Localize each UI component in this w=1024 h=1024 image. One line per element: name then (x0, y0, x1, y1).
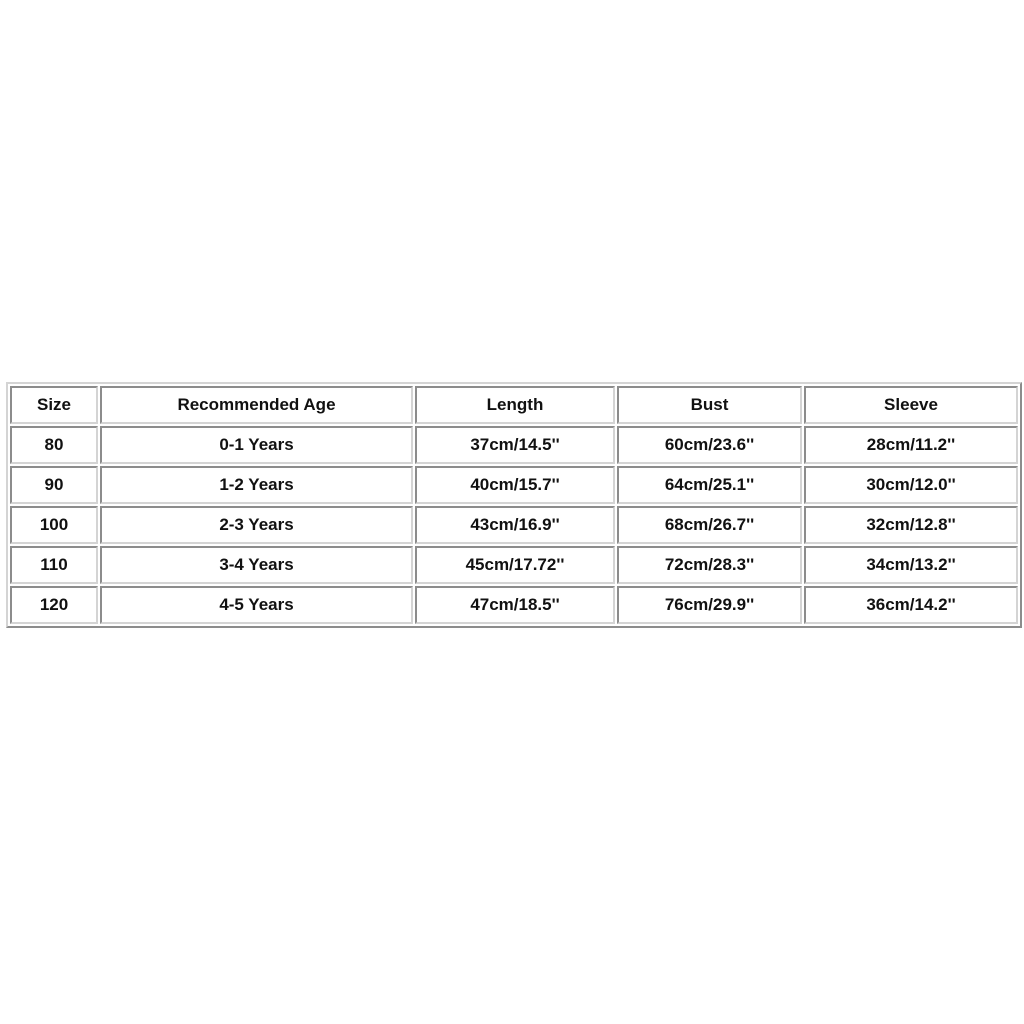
header-size: Size (10, 386, 98, 424)
cell-length: 45cm/17.72'' (415, 546, 615, 584)
cell-size: 90 (10, 466, 98, 504)
cell-size: 120 (10, 586, 98, 624)
cell-bust: 76cm/29.9'' (617, 586, 802, 624)
size-chart-table: Size Recommended Age Length Bust Sleeve … (6, 382, 1022, 628)
cell-recommended-age: 1-2 Years (100, 466, 413, 504)
table-row: 90 1-2 Years 40cm/15.7'' 64cm/25.1'' 30c… (10, 466, 1018, 504)
header-sleeve: Sleeve (804, 386, 1018, 424)
header-bust: Bust (617, 386, 802, 424)
header-length: Length (415, 386, 615, 424)
cell-sleeve: 32cm/12.8'' (804, 506, 1018, 544)
header-row: Size Recommended Age Length Bust Sleeve (10, 386, 1018, 424)
header-recommended-age: Recommended Age (100, 386, 413, 424)
cell-recommended-age: 2-3 Years (100, 506, 413, 544)
cell-bust: 72cm/28.3'' (617, 546, 802, 584)
cell-length: 43cm/16.9'' (415, 506, 615, 544)
cell-bust: 68cm/26.7'' (617, 506, 802, 544)
cell-size: 80 (10, 426, 98, 464)
cell-recommended-age: 0-1 Years (100, 426, 413, 464)
cell-sleeve: 30cm/12.0'' (804, 466, 1018, 504)
table-row: 120 4-5 Years 47cm/18.5'' 76cm/29.9'' 36… (10, 586, 1018, 624)
cell-size: 110 (10, 546, 98, 584)
cell-bust: 60cm/23.6'' (617, 426, 802, 464)
cell-sleeve: 34cm/13.2'' (804, 546, 1018, 584)
table-row: 110 3-4 Years 45cm/17.72'' 72cm/28.3'' 3… (10, 546, 1018, 584)
table-row: 100 2-3 Years 43cm/16.9'' 68cm/26.7'' 32… (10, 506, 1018, 544)
cell-recommended-age: 4-5 Years (100, 586, 413, 624)
cell-bust: 64cm/25.1'' (617, 466, 802, 504)
cell-length: 40cm/15.7'' (415, 466, 615, 504)
cell-length: 47cm/18.5'' (415, 586, 615, 624)
table-row: 80 0-1 Years 37cm/14.5'' 60cm/23.6'' 28c… (10, 426, 1018, 464)
cell-length: 37cm/14.5'' (415, 426, 615, 464)
cell-sleeve: 28cm/11.2'' (804, 426, 1018, 464)
cell-recommended-age: 3-4 Years (100, 546, 413, 584)
cell-size: 100 (10, 506, 98, 544)
cell-sleeve: 36cm/14.2'' (804, 586, 1018, 624)
